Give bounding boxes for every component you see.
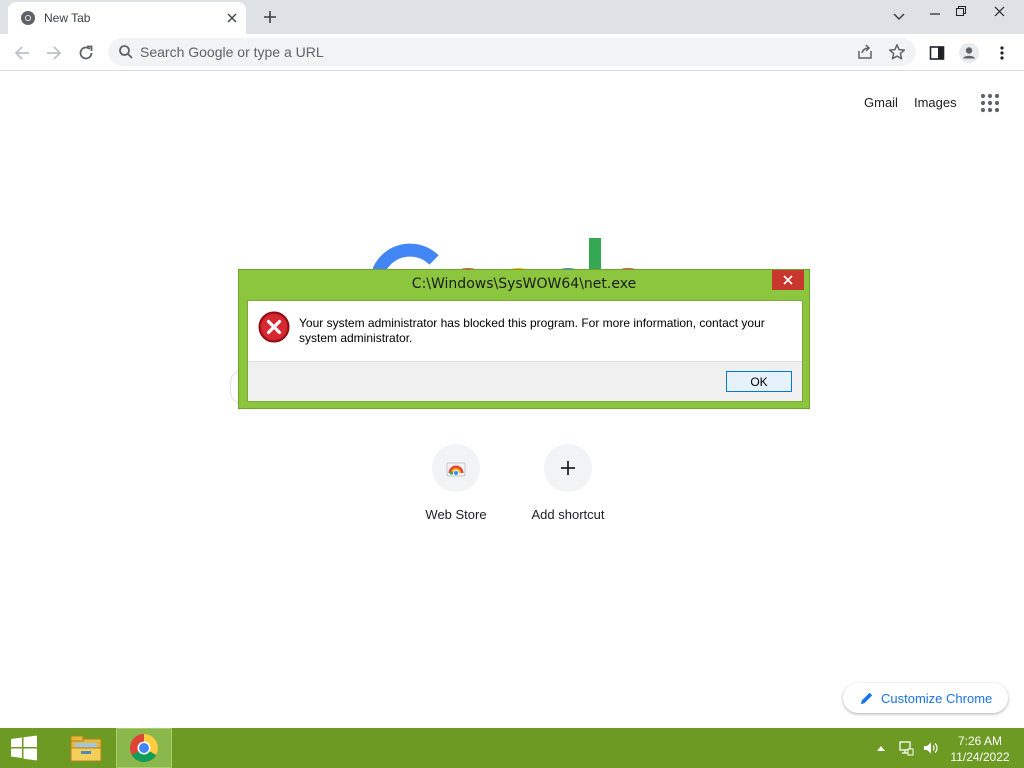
tab-new-tab[interactable]: New Tab: [8, 2, 246, 34]
clock-date: 11/24/2022: [950, 750, 1010, 764]
shortcut-web-store[interactable]: Web Store: [400, 444, 512, 523]
taskbar-clock[interactable]: 7:26 AM 11/24/2022: [944, 733, 1016, 765]
taskbar: 7:26 AM 11/24/2022: [0, 728, 1024, 768]
screen: New Tab Search Google or type a URL Gmai…: [0, 0, 1024, 768]
windows-start-icon[interactable]: [0, 728, 48, 768]
restore-icon[interactable]: [946, 0, 976, 22]
search-icon: [119, 45, 133, 59]
file-explorer-icon[interactable]: [58, 728, 114, 768]
network-icon[interactable]: [896, 728, 916, 768]
gmail-link[interactable]: Gmail: [864, 94, 898, 112]
customize-chrome-button[interactable]: Customize Chrome: [843, 683, 1008, 713]
ntp-top-links: Gmail Images: [850, 93, 1000, 113]
volume-icon[interactable]: [920, 728, 940, 768]
address-bar-input[interactable]: [140, 38, 740, 66]
dialog-body: Your system administrator has blocked th…: [247, 300, 803, 402]
shortcut-label: Web Store: [425, 507, 487, 522]
reload-icon[interactable]: [73, 40, 99, 66]
browser-toolbar: [0, 34, 1024, 71]
images-link[interactable]: Images: [914, 94, 957, 112]
dialog-footer: OK: [248, 361, 802, 401]
dialog-message: Your system administrator has blocked th…: [299, 316, 765, 345]
more-menu-icon[interactable]: [989, 40, 1015, 66]
shortcut-label: Add shortcut: [531, 507, 605, 522]
tab-strip: New Tab: [0, 0, 1024, 34]
ok-button[interactable]: OK: [726, 371, 792, 392]
chrome-favicon-icon: [21, 11, 35, 25]
back-arrow-icon[interactable]: [9, 40, 35, 66]
show-hidden-icons-icon[interactable]: [872, 728, 890, 768]
dialog-close-icon[interactable]: [772, 270, 804, 290]
chrome-icon[interactable]: [116, 728, 172, 768]
share-icon[interactable]: [856, 43, 874, 61]
google-apps-grid-icon[interactable]: [978, 91, 1002, 115]
dialog-title: C:\Windows\SysWOW64\net.exe: [411, 276, 637, 292]
error-icon: [258, 311, 290, 343]
omnibox[interactable]: [108, 38, 916, 66]
blocked-program-dialog: C:\Windows\SysWOW64\net.exe Your system …: [238, 269, 810, 409]
google-logo: [372, 232, 652, 272]
tab-close-icon[interactable]: [224, 10, 240, 26]
plus-icon: [544, 444, 592, 492]
customize-chrome-label: Customize Chrome: [881, 690, 993, 706]
window-close-icon[interactable]: [984, 0, 1014, 22]
tab-title: New Tab: [44, 11, 91, 25]
tab-search-chevron-icon[interactable]: [888, 6, 910, 28]
new-tab-button[interactable]: [258, 5, 282, 29]
shortcut-add[interactable]: Add shortcut: [512, 444, 624, 523]
clock-time: 7:26 AM: [957, 734, 1003, 748]
pencil-icon: [861, 692, 873, 704]
dialog-message-area: Your system administrator has blocked th…: [248, 301, 802, 361]
forward-arrow-icon[interactable]: [41, 40, 67, 66]
bookmark-star-icon[interactable]: [888, 43, 906, 61]
profile-avatar-icon[interactable]: [956, 40, 982, 66]
web-store-icon: [432, 444, 480, 492]
side-panel-icon[interactable]: [924, 40, 950, 66]
